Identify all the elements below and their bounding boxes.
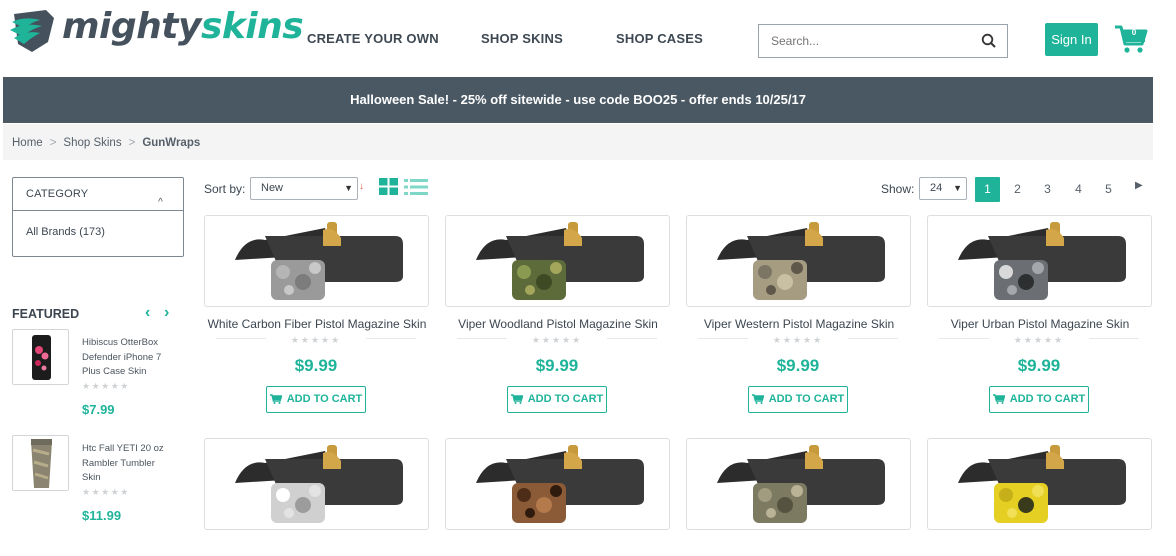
featured-product-name[interactable]: Htc Fall YETI 20 oz Rambler Tumbler Skin (82, 442, 172, 486)
product-image[interactable] (445, 215, 670, 307)
category-item-all-brands[interactable]: All Brands (173) (13, 226, 183, 238)
breadcrumb-shop-skins[interactable]: Shop Skins (63, 137, 121, 149)
search-icon[interactable] (981, 33, 997, 49)
page-4[interactable]: 4 (1066, 177, 1091, 202)
product-image[interactable] (927, 215, 1152, 307)
promo-banner: Halloween Sale! - 25% off sitewide - use… (3, 77, 1153, 123)
featured-thumbnail[interactable] (12, 329, 69, 385)
breadcrumb: Home > Shop Skins > GunWraps (3, 124, 1153, 160)
magazine-image (476, 222, 644, 300)
breadcrumb-home[interactable]: Home (12, 137, 43, 149)
nav-shop-skins[interactable]: SHOP SKINS (481, 31, 563, 46)
magazine-image (717, 445, 885, 523)
category-title: CATEGORY (26, 188, 89, 200)
cart-icon (751, 394, 765, 404)
product-price: $9.99 (535, 356, 579, 375)
add-to-cart-label: ADD TO CART (768, 393, 845, 405)
page-3[interactable]: 3 (1035, 177, 1060, 202)
grid-view-icon[interactable] (379, 178, 399, 196)
phone-case-image (32, 335, 51, 380)
brand-wordmark[interactable]: mightyskins (62, 6, 304, 47)
nav-shop-cases[interactable]: SHOP CASES (616, 31, 703, 46)
product-image[interactable] (204, 438, 429, 530)
search-box (758, 24, 1008, 58)
product-rating: ★★★★★ (266, 335, 366, 346)
logo-icon (10, 10, 54, 52)
chevron-right-icon: > (49, 137, 57, 149)
chevron-right-icon[interactable]: › (164, 304, 169, 322)
chevron-up-icon[interactable]: ^ (158, 187, 163, 219)
magazine-image (476, 445, 644, 523)
list-view-icon[interactable] (404, 178, 428, 196)
cart-icon (992, 394, 1006, 404)
product-name[interactable]: Viper Urban Pistol Magazine Skin (920, 317, 1160, 331)
add-to-cart-button[interactable]: ADD TO CART (989, 386, 1089, 413)
product-image[interactable] (686, 215, 911, 307)
add-to-cart-button[interactable]: ADD TO CART (507, 386, 607, 413)
cart-count-badge: 0 (1131, 28, 1137, 37)
featured-rating: ★★★★★ (82, 487, 130, 497)
sort-label: Sort by: (204, 182, 246, 196)
caret-down-icon: ▼ (953, 183, 962, 193)
magazine-image (958, 222, 1126, 300)
caret-down-icon: ▼ (344, 183, 353, 193)
search-input[interactable] (759, 25, 959, 57)
per-page-select[interactable]: 24 ▼ (919, 177, 967, 200)
magazine-image (235, 445, 403, 523)
sort-direction-icon[interactable]: ↓ (359, 181, 364, 192)
featured-title: FEATURED (12, 307, 80, 321)
add-to-cart-label: ADD TO CART (1009, 393, 1086, 405)
add-to-cart-label: ADD TO CART (527, 393, 604, 405)
product-price: $9.99 (1017, 356, 1061, 375)
product-price: $9.99 (294, 356, 338, 375)
product-image[interactable] (445, 438, 670, 530)
product-name[interactable]: Viper Western Pistol Magazine Skin (679, 317, 919, 331)
sort-value: New (261, 182, 284, 194)
magazine-image (958, 445, 1126, 523)
show-label: Show: (881, 182, 915, 196)
add-to-cart-button[interactable]: ADD TO CART (748, 386, 848, 413)
product-name[interactable]: Viper Woodland Pistol Magazine Skin (438, 317, 678, 331)
product-image[interactable] (927, 438, 1152, 530)
magazine-image (235, 222, 403, 300)
chevron-right-icon: > (128, 137, 136, 149)
magazine-image (717, 222, 885, 300)
breadcrumb-current: GunWraps (142, 137, 201, 149)
product-image[interactable] (686, 438, 911, 530)
product-image[interactable] (204, 215, 429, 307)
page-2[interactable]: 2 (1005, 177, 1030, 202)
featured-price: $7.99 (82, 402, 115, 417)
page-5[interactable]: 5 (1096, 177, 1121, 202)
featured-product-name[interactable]: Hibiscus OtterBox Defender iPhone 7 Plus… (82, 336, 172, 380)
sign-in-button[interactable]: Sign In (1045, 23, 1098, 56)
featured-price: $11.99 (82, 508, 122, 523)
category-filter: CATEGORY ^ All Brands (173) (12, 177, 184, 257)
tumbler-image (31, 439, 52, 488)
per-page-value: 24 (930, 182, 943, 194)
sort-select[interactable]: New ▼ (250, 177, 358, 200)
product-price: $9.99 (776, 356, 820, 375)
cart-icon (510, 394, 524, 404)
nav-create-your-own[interactable]: CREATE YOUR OWN (307, 31, 439, 46)
next-page-icon[interactable]: ▶ (1135, 180, 1143, 191)
category-header[interactable]: CATEGORY ^ (13, 178, 183, 211)
cart-icon (269, 394, 283, 404)
product-rating: ★★★★★ (989, 335, 1089, 346)
featured-thumbnail[interactable] (12, 435, 69, 491)
add-to-cart-label: ADD TO CART (286, 393, 363, 405)
chevron-left-icon[interactable]: ‹ (145, 304, 150, 322)
product-rating: ★★★★★ (748, 335, 848, 346)
page-1[interactable]: 1 (975, 177, 1000, 202)
product-name[interactable]: White Carbon Fiber Pistol Magazine Skin (197, 317, 437, 331)
add-to-cart-button[interactable]: ADD TO CART (266, 386, 366, 413)
featured-rating: ★★★★★ (82, 381, 130, 391)
product-rating: ★★★★★ (507, 335, 607, 346)
